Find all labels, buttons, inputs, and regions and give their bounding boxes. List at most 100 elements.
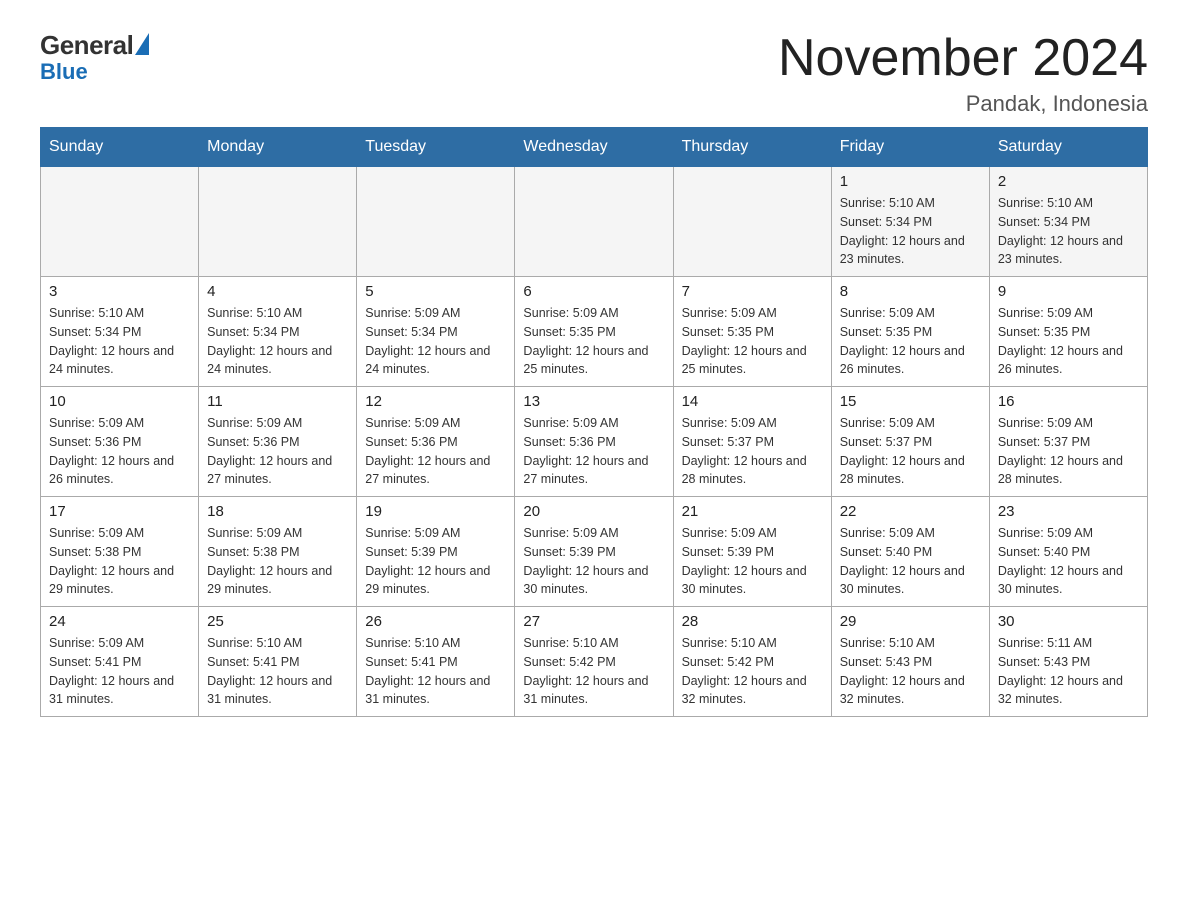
day-number: 2 bbox=[998, 173, 1139, 190]
calendar-cell: 7Sunrise: 5:09 AMSunset: 5:35 PMDaylight… bbox=[673, 277, 831, 387]
day-info: Sunrise: 5:09 AMSunset: 5:35 PMDaylight:… bbox=[523, 304, 664, 379]
calendar-cell: 27 Sunrise: 5:10 AMSunset: 5:42 PMDayligh… bbox=[515, 607, 673, 717]
day-number: 8 bbox=[840, 283, 981, 300]
day-number: 18 bbox=[207, 503, 348, 520]
day-info: Sunrise: 5:09 AMSunset: 5:39 PMDaylight:… bbox=[365, 524, 506, 599]
calendar-cell: 16Sunrise: 5:09 AMSunset: 5:37 PMDayligh… bbox=[989, 387, 1147, 497]
day-number: 10 bbox=[49, 393, 190, 410]
day-info: Sunrise: 5:10 AMSunset: 5:34 PMDaylight:… bbox=[840, 194, 981, 269]
weekday-header-row: SundayMondayTuesdayWednesdayThursdayFrid… bbox=[41, 128, 1148, 167]
day-info: Sunrise: 5:09 AMSunset: 5:38 PMDaylight:… bbox=[49, 524, 190, 599]
day-info: Sunrise: 5:11 AMSunset: 5:43 PMDaylight:… bbox=[998, 634, 1139, 709]
day-number: 25 bbox=[207, 613, 348, 630]
calendar-week-row: 24Sunrise: 5:09 AMSunset: 5:41 PMDayligh… bbox=[41, 607, 1148, 717]
calendar-cell: 14Sunrise: 5:09 AMSunset: 5:37 PMDayligh… bbox=[673, 387, 831, 497]
day-info: Sunrise: 5:10 AMSunset: 5:34 PMDaylight:… bbox=[49, 304, 190, 379]
day-number: 13 bbox=[523, 393, 664, 410]
location-subtitle: Pandak, Indonesia bbox=[778, 91, 1148, 117]
calendar-cell: 11 Sunrise: 5:09 AMSunset: 5:36 PMDayligh… bbox=[199, 387, 357, 497]
day-number: 23 bbox=[998, 503, 1139, 520]
day-info: Sunrise: 5:09 AMSunset: 5:36 PMDaylight:… bbox=[207, 414, 348, 489]
calendar-table: SundayMondayTuesdayWednesdayThursdayFrid… bbox=[40, 127, 1148, 717]
calendar-cell bbox=[515, 167, 673, 277]
calendar-cell: 18 Sunrise: 5:09 AMSunset: 5:38 PMDayligh… bbox=[199, 497, 357, 607]
day-number: 3 bbox=[49, 283, 190, 300]
weekday-header-wednesday: Wednesday bbox=[515, 128, 673, 167]
weekday-header-sunday: Sunday bbox=[41, 128, 199, 167]
calendar-cell: 5Sunrise: 5:09 AMSunset: 5:34 PMDaylight… bbox=[357, 277, 515, 387]
calendar-cell: 2 Sunrise: 5:10 AMSunset: 5:34 PMDaylight… bbox=[989, 167, 1147, 277]
day-number: 16 bbox=[998, 393, 1139, 410]
day-info: Sunrise: 5:10 AMSunset: 5:34 PMDaylight:… bbox=[207, 304, 348, 379]
day-number: 11 bbox=[207, 393, 348, 410]
day-info: Sunrise: 5:10 AMSunset: 5:42 PMDaylight:… bbox=[682, 634, 823, 709]
weekday-header-friday: Friday bbox=[831, 128, 989, 167]
day-info: Sunrise: 5:10 AMSunset: 5:41 PMDaylight:… bbox=[207, 634, 348, 709]
day-number: 22 bbox=[840, 503, 981, 520]
day-info: Sunrise: 5:09 AMSunset: 5:36 PMDaylight:… bbox=[365, 414, 506, 489]
page-header: General Blue November 2024 Pandak, Indon… bbox=[40, 30, 1148, 117]
calendar-cell: 24Sunrise: 5:09 AMSunset: 5:41 PMDayligh… bbox=[41, 607, 199, 717]
logo-triangle-icon bbox=[135, 33, 149, 55]
day-info: Sunrise: 5:09 AMSunset: 5:40 PMDaylight:… bbox=[998, 524, 1139, 599]
calendar-cell: 23 Sunrise: 5:09 AMSunset: 5:40 PMDayligh… bbox=[989, 497, 1147, 607]
calendar-cell: 15Sunrise: 5:09 AMSunset: 5:37 PMDayligh… bbox=[831, 387, 989, 497]
weekday-header-thursday: Thursday bbox=[673, 128, 831, 167]
calendar-cell bbox=[673, 167, 831, 277]
day-info: Sunrise: 5:10 AMSunset: 5:42 PMDaylight:… bbox=[523, 634, 664, 709]
day-number: 12 bbox=[365, 393, 506, 410]
day-number: 9 bbox=[998, 283, 1139, 300]
day-number: 29 bbox=[840, 613, 981, 630]
calendar-cell: 25 Sunrise: 5:10 AMSunset: 5:41 PMDayligh… bbox=[199, 607, 357, 717]
day-number: 21 bbox=[682, 503, 823, 520]
day-info: Sunrise: 5:09 AMSunset: 5:39 PMDaylight:… bbox=[523, 524, 664, 599]
day-number: 26 bbox=[365, 613, 506, 630]
day-number: 17 bbox=[49, 503, 190, 520]
title-section: November 2024 Pandak, Indonesia bbox=[778, 30, 1148, 117]
calendar-cell: 6 Sunrise: 5:09 AMSunset: 5:35 PMDaylight… bbox=[515, 277, 673, 387]
day-info: Sunrise: 5:09 AMSunset: 5:41 PMDaylight:… bbox=[49, 634, 190, 709]
calendar-cell: 28Sunrise: 5:10 AMSunset: 5:42 PMDayligh… bbox=[673, 607, 831, 717]
calendar-week-row: 1Sunrise: 5:10 AMSunset: 5:34 PMDaylight… bbox=[41, 167, 1148, 277]
logo: General Blue bbox=[40, 30, 149, 85]
day-number: 27 bbox=[523, 613, 664, 630]
calendar-cell bbox=[41, 167, 199, 277]
day-number: 6 bbox=[523, 283, 664, 300]
calendar-cell: 26 Sunrise: 5:10 AMSunset: 5:41 PMDayligh… bbox=[357, 607, 515, 717]
day-info: Sunrise: 5:09 AMSunset: 5:36 PMDaylight:… bbox=[49, 414, 190, 489]
day-number: 19 bbox=[365, 503, 506, 520]
calendar-cell: 20 Sunrise: 5:09 AMSunset: 5:39 PMDayligh… bbox=[515, 497, 673, 607]
day-info: Sunrise: 5:09 AMSunset: 5:36 PMDaylight:… bbox=[523, 414, 664, 489]
calendar-cell: 12 Sunrise: 5:09 AMSunset: 5:36 PMDayligh… bbox=[357, 387, 515, 497]
calendar-cell bbox=[199, 167, 357, 277]
calendar-cell: 8 Sunrise: 5:09 AMSunset: 5:35 PMDaylight… bbox=[831, 277, 989, 387]
weekday-header-monday: Monday bbox=[199, 128, 357, 167]
calendar-cell: 30Sunrise: 5:11 AMSunset: 5:43 PMDayligh… bbox=[989, 607, 1147, 717]
calendar-cell: 17 Sunrise: 5:09 AMSunset: 5:38 PMDayligh… bbox=[41, 497, 199, 607]
calendar-cell: 10 Sunrise: 5:09 AMSunset: 5:36 PMDayligh… bbox=[41, 387, 199, 497]
logo-general-text: General bbox=[40, 30, 133, 61]
day-info: Sunrise: 5:09 AMSunset: 5:40 PMDaylight:… bbox=[840, 524, 981, 599]
calendar-cell: 3 Sunrise: 5:10 AMSunset: 5:34 PMDaylight… bbox=[41, 277, 199, 387]
calendar-cell: 13 Sunrise: 5:09 AMSunset: 5:36 PMDayligh… bbox=[515, 387, 673, 497]
calendar-cell bbox=[357, 167, 515, 277]
day-number: 4 bbox=[207, 283, 348, 300]
day-number: 5 bbox=[365, 283, 506, 300]
day-info: Sunrise: 5:10 AMSunset: 5:43 PMDaylight:… bbox=[840, 634, 981, 709]
day-info: Sunrise: 5:10 AMSunset: 5:34 PMDaylight:… bbox=[998, 194, 1139, 269]
logo-blue-text: Blue bbox=[40, 59, 88, 85]
calendar-cell: 22 Sunrise: 5:09 AMSunset: 5:40 PMDayligh… bbox=[831, 497, 989, 607]
day-info: Sunrise: 5:09 AMSunset: 5:38 PMDaylight:… bbox=[207, 524, 348, 599]
day-info: Sunrise: 5:09 AMSunset: 5:35 PMDaylight:… bbox=[998, 304, 1139, 379]
day-info: Sunrise: 5:09 AMSunset: 5:35 PMDaylight:… bbox=[840, 304, 981, 379]
day-info: Sunrise: 5:10 AMSunset: 5:41 PMDaylight:… bbox=[365, 634, 506, 709]
calendar-week-row: 3 Sunrise: 5:10 AMSunset: 5:34 PMDaylight… bbox=[41, 277, 1148, 387]
calendar-cell: 4 Sunrise: 5:10 AMSunset: 5:34 PMDaylight… bbox=[199, 277, 357, 387]
day-info: Sunrise: 5:09 AMSunset: 5:37 PMDaylight:… bbox=[682, 414, 823, 489]
weekday-header-saturday: Saturday bbox=[989, 128, 1147, 167]
calendar-cell: 21Sunrise: 5:09 AMSunset: 5:39 PMDayligh… bbox=[673, 497, 831, 607]
calendar-week-row: 10 Sunrise: 5:09 AMSunset: 5:36 PMDayligh… bbox=[41, 387, 1148, 497]
day-number: 20 bbox=[523, 503, 664, 520]
calendar-cell: 19 Sunrise: 5:09 AMSunset: 5:39 PMDayligh… bbox=[357, 497, 515, 607]
month-year-title: November 2024 bbox=[778, 30, 1148, 87]
